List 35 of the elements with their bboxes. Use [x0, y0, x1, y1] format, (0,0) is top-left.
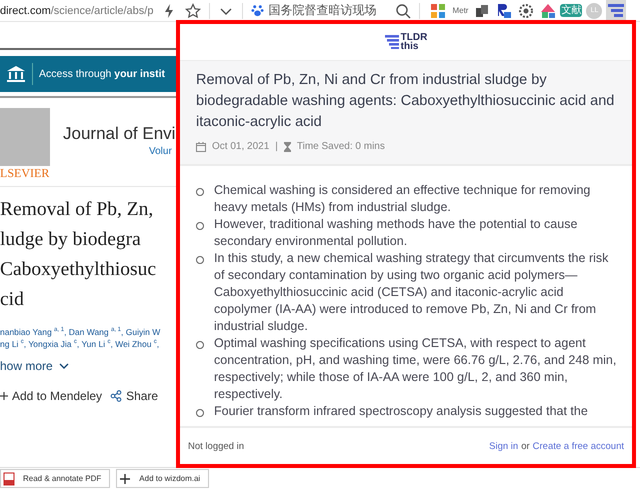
article-title-line: Removal of Pb, Zn, — [0, 198, 154, 222]
sign-in-link[interactable]: Sign in — [489, 440, 518, 452]
summary-point: Optimal washing specifications using CETSA, with respect to agent concentration, pH, and washing time, were 66.76 g/L, 2.76, and 248 min, respectively; while those of IA-AA were 100 g/L, 2, and 360 min, respectively. — [214, 335, 618, 403]
read-pdf-button[interactable]: Read & annotate PDF — [0, 469, 110, 488]
journal-name[interactable]: Journal of Envi — [63, 124, 176, 144]
metr-label: Metr — [452, 6, 468, 15]
search-field[interactable]: 国务院督查暗访现场 — [264, 4, 388, 18]
create-account-link[interactable]: Create a free account — [532, 440, 624, 452]
summary-title: Removal of Pb, Zn, Ni and Cr from industrial sludge by biodegradable washing agents: Caboxyethylthiosuccinic acid and itaconic-acrylic acid — [196, 71, 616, 132]
address-bar-url[interactable]: direct.com/science/article/abs/p — [0, 4, 154, 16]
time-saved: Time Saved: 0 mins — [296, 141, 385, 152]
article-title-line: ludge by biodegra — [0, 228, 142, 252]
badge-label: 文献 — [560, 4, 582, 17]
add-to-wizdom-button[interactable]: Add to wizdom.ai — [116, 469, 210, 488]
access-banner[interactable]: Access through your instit — [0, 56, 176, 92]
summary-point: Fourier transform infrared spectroscopy analysis suggested that the — [214, 403, 588, 420]
summary-point: In this study, a new chemical washing strategy that circumvents the risk of secondary contamination by using two organic acid polymers—Caboxyethylthiosuccinic acid (CETSA) and itaconic-acrylic acid copolymer (IA-AA) were introduced to remove Pb, Zn, Ni and Cr from industrial sludge. — [214, 250, 610, 335]
summary-point: Chemical washing is considered an effective technique for removing heavy metals (HMs) from industrial sludge. — [214, 182, 592, 216]
mendeley-link[interactable]: Add to Mendeley — [0, 389, 102, 403]
show-more-button[interactable]: how more — [0, 359, 69, 373]
extension-button[interactable]: Metr — [450, 0, 470, 21]
share-link[interactable]: Share — [110, 389, 158, 403]
author-line[interactable]: ng Li $^{c}$, Yongxia Jia $^{c}$, Yun Li $^{c}$, Wei Zhou $^{c}$, — [0, 339, 176, 349]
publication-date: Oct 01, 2021 — [212, 141, 270, 152]
article-title-line: cid — [0, 288, 25, 312]
meta-separator: | — [275, 141, 278, 152]
author-line[interactable]: nanbiao Yang $^{a, 1}$, Dan Wang $^{a, 1}$, Guiyin W — [0, 327, 176, 337]
login-status: Not logged in — [188, 440, 244, 452]
or-text: or — [521, 440, 530, 452]
tldr-logo: TLDR this — [384, 33, 428, 51]
access-text: Access through your instit — [39, 68, 166, 80]
summary-point: However, traditional washing methods have the potential to cause secondary environmental pollution. — [214, 216, 578, 250]
volume-link[interactable]: Volur — [149, 146, 176, 157]
publisher-name: LSEVIER — [0, 166, 50, 181]
article-title-line: Caboxyethylthiosuc — [0, 258, 157, 282]
